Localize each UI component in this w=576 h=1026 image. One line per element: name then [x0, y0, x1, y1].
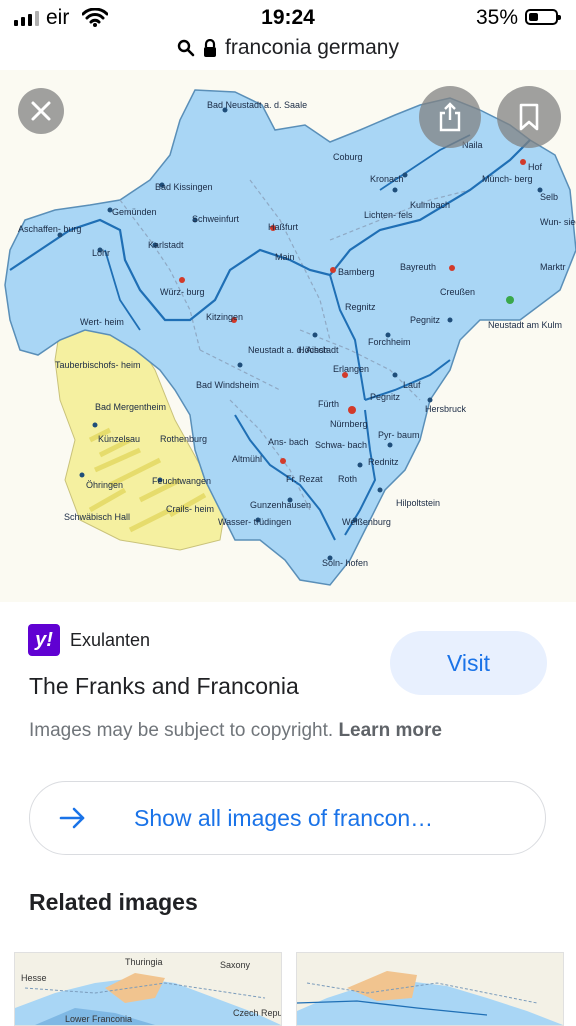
map-label: Roth [338, 474, 357, 484]
source-name: Exulanten [70, 629, 151, 650]
map-label: Lauf [403, 380, 421, 390]
battery-percentage: 35% [475, 6, 518, 29]
map-label: Bad Windsheim [196, 380, 259, 390]
related-map-image [297, 953, 563, 1025]
show-all-images-button[interactable]: Show all images of francon… [29, 781, 546, 855]
map-label: Kitzingen [206, 312, 243, 322]
map-label: Forchheim [368, 337, 411, 347]
related-map-image: Hesse Thuringia Saxony Czech Republik Lo… [15, 953, 281, 1025]
map-label: Gunzenhausen [250, 500, 311, 510]
map-label: Wert- heim [80, 317, 124, 327]
related-images-heading: Related images [29, 889, 198, 915]
map-label: Wasser- trüdingen [218, 517, 291, 527]
map-label: Aschaffen- burg [18, 224, 81, 234]
map-label: Wun- siedel [540, 217, 576, 227]
map-label: Feuchtwangen [152, 476, 211, 486]
map-label: Hilpoltstein [396, 498, 440, 508]
map-label: Schweinfurt [192, 214, 240, 224]
map-label: Bad Kissingen [155, 182, 213, 192]
map-label: Lohr [92, 248, 110, 258]
map-label: Rednitz [368, 457, 399, 467]
map-label: Kulmbach [410, 200, 450, 210]
map-label: Bad Neustadt a. d. Saale [207, 100, 307, 110]
map-label: Coburg [333, 152, 363, 162]
map-label: Pyr- baum [378, 430, 420, 440]
map-label: Pegnitz [410, 315, 441, 325]
map-label: Bamberg [338, 267, 375, 277]
map-label: Soln- hofen [322, 558, 368, 568]
map-label: Erlangen [333, 364, 369, 374]
map-label: Regnitz [345, 302, 376, 312]
map-label: Fürth [318, 399, 339, 409]
map-label: Tauberbischofs- heim [55, 360, 141, 370]
map-label: Würz- burg [160, 287, 205, 297]
bookmark-icon [519, 103, 539, 131]
map-label: Altmühl [232, 454, 262, 464]
map-label: Hof [528, 162, 543, 172]
map-label: Bad Mergentheim [95, 402, 166, 412]
close-button[interactable] [18, 88, 64, 134]
image-viewer[interactable]: Bad Neustadt a. d. Saale Coburg Naila Ho… [0, 70, 576, 602]
map-label: Bayreuth [400, 262, 436, 272]
map-label: Haßfurt [268, 222, 299, 232]
map-label: Rothenburg [160, 434, 207, 444]
map-label: Fr. Rezat [286, 474, 323, 484]
map-label: Kronach [370, 174, 404, 184]
battery-icon [525, 9, 561, 25]
map-label: Crails- heim [166, 504, 214, 514]
url-query: franconia germany [225, 36, 399, 59]
learn-more-link[interactable]: Learn more [338, 720, 441, 741]
map-label: Künzelsau [98, 434, 140, 444]
map-label: Gemünden [112, 207, 157, 217]
url-bar[interactable]: franconia germany [0, 36, 576, 70]
search-icon [177, 39, 195, 57]
map-label: Münch- berg [482, 174, 533, 184]
map-label: Höchstadt [298, 345, 339, 355]
close-icon [31, 101, 51, 121]
map-label: Schwa- bach [315, 440, 367, 450]
thumb-label: Czech Republik [233, 1008, 281, 1018]
copyright-text: Images may be subject to copyright. [29, 720, 334, 741]
map-label: Main [275, 252, 295, 262]
thumb-label: Hesse [21, 973, 47, 983]
share-icon [439, 102, 461, 132]
map-label: Schwäbisch Hall [64, 512, 130, 522]
map-label: Neustadt am Kulm [488, 320, 562, 330]
map-label: Weißenburg [342, 517, 391, 527]
related-image-thumbnail[interactable]: Hesse Thuringia Saxony Czech Republik Lo… [14, 952, 282, 1026]
visit-button[interactable]: Visit [390, 631, 547, 695]
yahoo-logo-icon: y! [28, 624, 60, 656]
share-button[interactable] [419, 86, 481, 148]
map-label: Marktr [540, 262, 566, 272]
show-all-label: Show all images of francon… [134, 804, 434, 831]
status-bar: eir 19:24 35% [0, 0, 576, 36]
thumb-label: Lower Franconia [65, 1014, 132, 1024]
map-label: Ans- bach [268, 437, 309, 447]
copyright-notice: Images may be subject to copyright. Lear… [29, 720, 442, 742]
thumb-label: Saxony [220, 960, 251, 970]
map-label: Pegnitz [370, 392, 401, 402]
map-label: Nürnberg [330, 419, 368, 429]
map-label: Lichten- fels [364, 210, 413, 220]
lock-icon [204, 39, 217, 57]
franconia-map-image: Bad Neustadt a. d. Saale Coburg Naila Ho… [0, 70, 576, 602]
map-label: Karlstadt [148, 240, 184, 250]
map-label: Selb [540, 192, 558, 202]
source-row[interactable]: y! Exulanten [28, 624, 150, 656]
result-title[interactable]: The Franks and Franconia [29, 673, 299, 700]
thumb-label: Thuringia [125, 957, 163, 967]
map-label: Hersbruck [425, 404, 467, 414]
save-button[interactable] [497, 86, 561, 148]
map-label: Creußen [440, 287, 475, 297]
arrow-right-icon [59, 807, 85, 829]
related-image-thumbnail[interactable] [296, 952, 564, 1026]
map-label: Öhringen [86, 480, 123, 490]
